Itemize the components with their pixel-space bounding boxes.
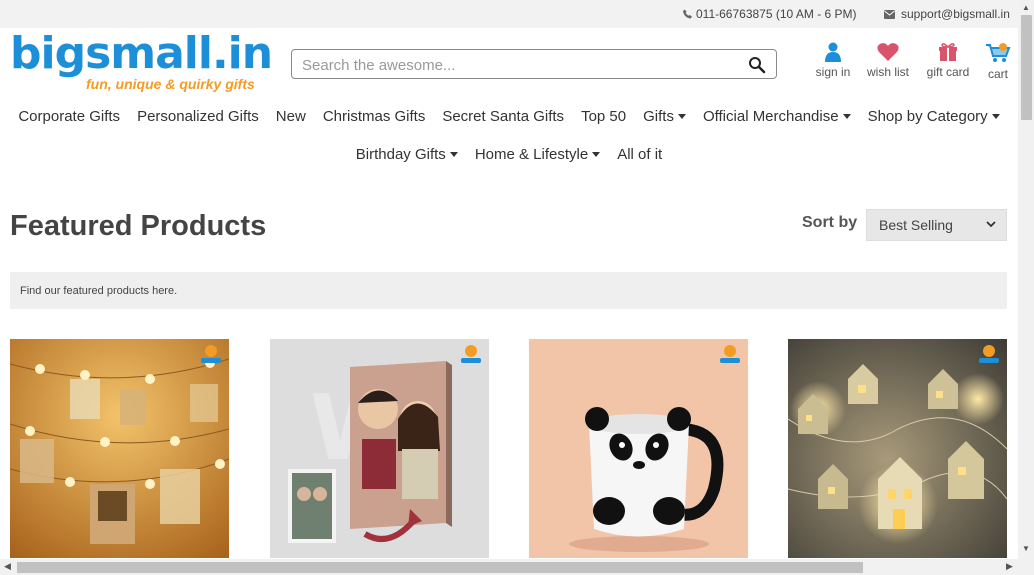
search-icon[interactable] <box>748 56 766 74</box>
gift-card-link[interactable]: gift card <box>925 42 971 79</box>
gift-icon <box>939 43 957 61</box>
nav-label: Official Merchandise <box>702 108 839 125</box>
phone-contact[interactable]: 011-66763875 (10 AM - 6 PM) <box>683 7 857 21</box>
gift-card-label: gift card <box>926 65 970 79</box>
description-text: Find our featured products here. <box>20 285 178 297</box>
nav-label: Shop by Category <box>867 108 988 125</box>
scroll-left-arrow-icon[interactable]: ◀ <box>4 561 11 572</box>
chevron-down-icon <box>677 114 686 119</box>
nav-label: Home & Lifestyle <box>474 146 589 163</box>
nav-label: Corporate Gifts <box>18 108 121 125</box>
nav-item-birthday-gifts[interactable]: Birthday Gifts <box>356 146 458 163</box>
page-title: Featured Products <box>10 210 267 242</box>
logo-wordmark: bigsmall.in <box>10 28 273 79</box>
scroll-down-arrow-icon[interactable]: ▼ <box>1022 544 1030 553</box>
sign-in-link[interactable]: sign in <box>814 42 852 79</box>
nav-item-official-merchandise[interactable]: Official Merchandise <box>703 108 851 125</box>
chevron-down-icon <box>449 152 458 157</box>
collection-description: Find our featured products here. <box>10 272 1007 309</box>
phone-icon <box>683 9 692 19</box>
top-info-bar: 011-66763875 (10 AM - 6 PM) support@bigs… <box>0 0 1018 28</box>
scroll-right-arrow-icon[interactable]: ▶ <box>1006 561 1013 572</box>
cart-label: cart <box>987 67 1008 81</box>
personalized-caricature-frame-image: W <box>270 339 489 558</box>
product-card-4[interactable] <box>788 339 1007 558</box>
cart-icon <box>986 43 1011 62</box>
user-icon <box>825 42 841 62</box>
product-card-3[interactable] <box>529 339 748 558</box>
phone-text: 011-66763875 (10 AM - 6 PM) <box>696 7 857 21</box>
brand-badge-icon <box>979 345 999 363</box>
nav-item-corporate-gifts[interactable]: Corporate Gifts <box>18 108 120 125</box>
vertical-scrollbar-thumb[interactable] <box>1021 15 1032 120</box>
chevron-down-icon <box>986 221 996 228</box>
site-logo[interactable]: bigsmall.in fun, unique & quirky gifts <box>10 28 273 96</box>
scroll-up-arrow-icon[interactable]: ▲ <box>1022 3 1030 12</box>
house-string-lights-image <box>788 339 1007 558</box>
sort-selected-value: Best Selling <box>879 217 953 233</box>
nav-item-top-50[interactable]: Top 50 <box>581 108 626 125</box>
brand-badge-icon <box>461 345 481 363</box>
search-input[interactable] <box>302 55 732 75</box>
nav-item-christmas-gifts[interactable]: Christmas Gifts <box>323 108 426 125</box>
panda-mug-image <box>529 339 748 558</box>
nav-item-shop-by-category[interactable]: Shop by Category <box>868 108 1000 125</box>
nav-label: Secret Santa Gifts <box>442 108 565 125</box>
nav-item-new[interactable]: New <box>276 108 306 125</box>
nav-label: Top 50 <box>581 108 627 125</box>
nav-label: New <box>275 108 306 125</box>
cart-link[interactable]: cart <box>984 42 1012 81</box>
vertical-scrollbar[interactable]: ▲ ▼ <box>1018 0 1034 559</box>
nav-item-gifts[interactable]: Gifts <box>643 108 686 125</box>
chevron-down-icon <box>991 114 1000 119</box>
horizontal-scrollbar[interactable]: ◀ ▶ <box>0 559 1034 575</box>
email-text: support@bigsmall.in <box>901 7 1010 21</box>
product-card-1[interactable] <box>10 339 229 558</box>
sort-select[interactable]: Best Selling <box>866 209 1007 241</box>
nav-label: Gifts <box>643 108 674 125</box>
wish-list-link[interactable]: wish list <box>865 42 911 79</box>
heart-icon <box>877 43 899 61</box>
main-nav-row-2: Birthday Gifts Home & Lifestyle All of i… <box>0 146 1018 163</box>
search-bar <box>291 49 777 79</box>
nav-item-secret-santa-gifts[interactable]: Secret Santa Gifts <box>442 108 564 125</box>
nav-label: Christmas Gifts <box>322 108 426 125</box>
brand-badge-icon <box>720 345 740 363</box>
product-card-2[interactable]: W <box>270 339 489 558</box>
horizontal-scrollbar-thumb[interactable] <box>17 562 863 573</box>
chevron-down-icon <box>592 152 601 157</box>
photo-clip-string-lights-image <box>10 339 229 558</box>
nav-label: Birthday Gifts <box>355 146 446 163</box>
sign-in-label: sign in <box>815 65 851 79</box>
wish-list-label: wish list <box>866 65 909 79</box>
nav-item-all-of-it[interactable]: All of it <box>617 146 662 163</box>
envelope-icon <box>884 9 895 19</box>
sort-label: Sort by <box>802 214 858 231</box>
main-nav-row-1: Corporate Gifts Personalized Gifts New C… <box>0 108 1018 125</box>
chevron-down-icon <box>842 114 851 119</box>
logo-tagline: fun, unique & quirky gifts <box>86 76 255 92</box>
nav-item-home-lifestyle[interactable]: Home & Lifestyle <box>474 146 601 163</box>
email-contact[interactable]: support@bigsmall.in <box>884 7 1010 21</box>
brand-badge-icon <box>201 345 221 363</box>
nav-item-personalized-gifts[interactable]: Personalized Gifts <box>137 108 259 125</box>
nav-label: All of it <box>617 146 663 163</box>
nav-label: Personalized Gifts <box>137 108 259 125</box>
